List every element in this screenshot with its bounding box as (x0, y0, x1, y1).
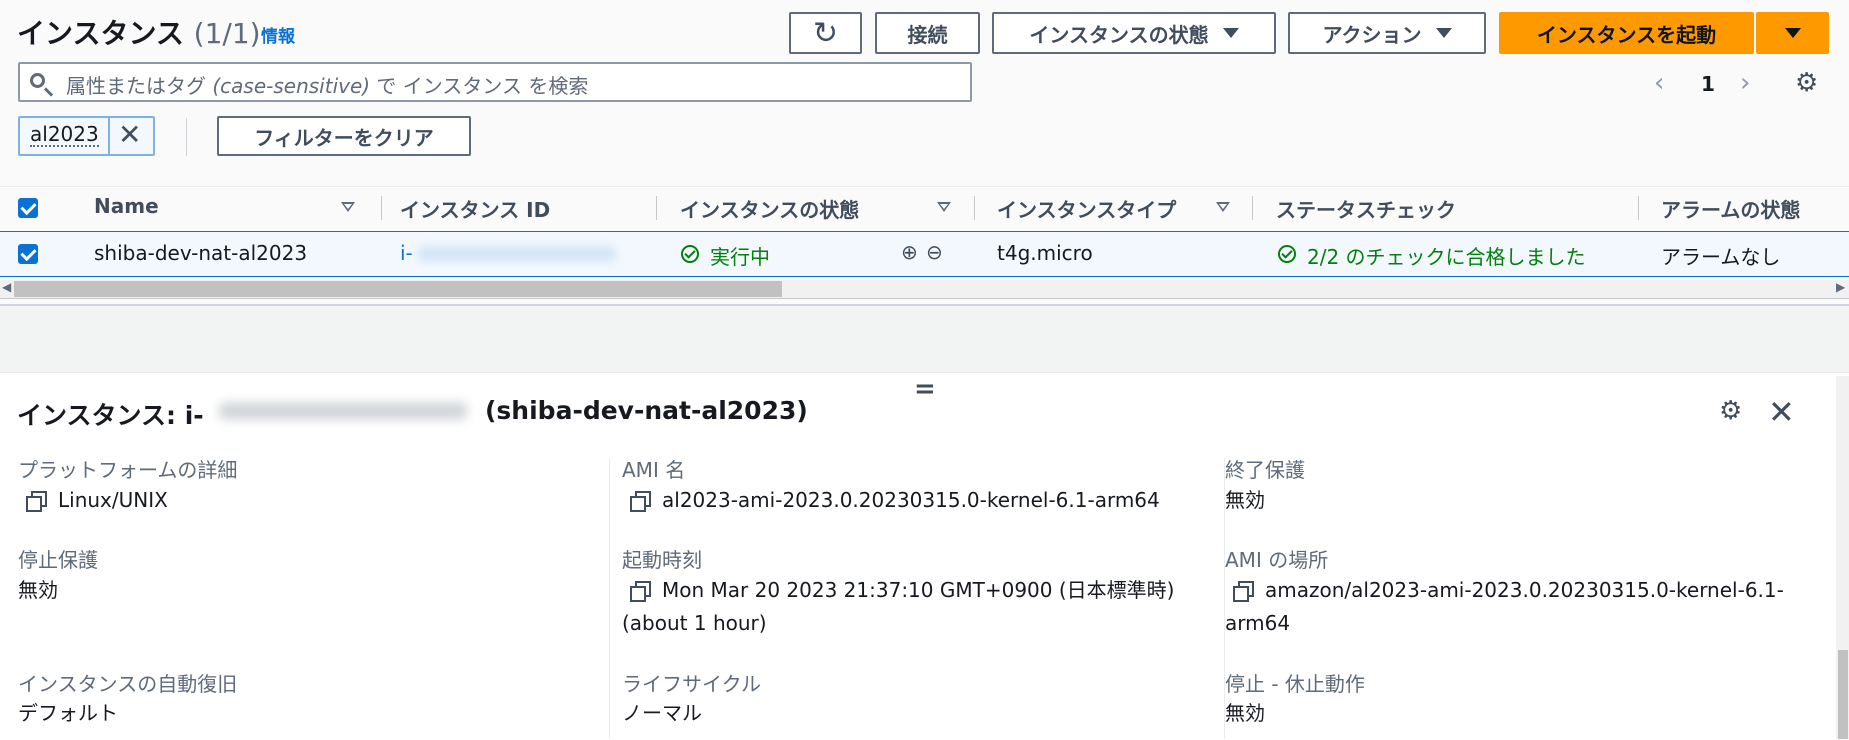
search-placeholder-prefix: 属性またはタグ (66, 74, 213, 98)
search-placeholder: 属性またはタグ (case-sensitive) で インスタンス を検索 (66, 70, 588, 99)
clear-filters-button[interactable]: フィルターをクリア (217, 116, 471, 156)
field-label-launch-time: 起動時刻 (622, 548, 702, 572)
field-value-termination-protection: 無効 (1225, 488, 1265, 512)
sort-icon[interactable] (1216, 202, 1230, 212)
vertical-scrollbar-thumb[interactable] (1838, 650, 1848, 739)
scroll-left-arrow-icon[interactable]: ◀ (2, 280, 11, 294)
caret-down-icon (1222, 28, 1239, 38)
platform-value: Linux/UNIX (58, 488, 168, 512)
field-label-ami-name: AMI 名 (622, 458, 686, 482)
field-value-platform: Linux/UNIX (26, 483, 168, 517)
detail-title: インスタンス: i- (17, 401, 204, 430)
split-panel-gap (0, 304, 1849, 374)
column-header-instance-type[interactable]: インスタンスタイプ (997, 194, 1176, 223)
field-label-stop-hibernate: 停止 - 休止動作 (1225, 672, 1365, 696)
redacted-instance-id (218, 402, 468, 420)
zoom-in-icon[interactable]: ⊕ (901, 240, 918, 264)
launch-time-relative: (about 1 hour) (622, 611, 767, 635)
field-label-stop-protection: 停止保護 (18, 548, 98, 572)
close-icon[interactable]: ✕ (1768, 393, 1795, 431)
filter-token-label[interactable]: al2023 (30, 123, 99, 147)
ami-location-value: amazon/al2023-ami-2023.0.20230315.0-kern… (1265, 578, 1784, 602)
launch-time-value: Mon Mar 20 2023 21:37:10 GMT+0900 (日本標準時… (662, 578, 1175, 602)
info-link[interactable]: 情報 (261, 22, 295, 47)
copy-icon[interactable] (630, 491, 651, 512)
row-checkbox[interactable] (18, 244, 38, 264)
field-value-lifecycle: ノーマル (622, 701, 702, 725)
filter-token-divider (108, 118, 110, 154)
copy-icon[interactable] (26, 491, 47, 512)
column-resizer[interactable] (656, 196, 657, 220)
caret-down-icon (1784, 28, 1801, 38)
search-icon (30, 73, 45, 88)
field-value-stop-hibernate: 無効 (1225, 701, 1265, 725)
launch-instances-button[interactable]: インスタンスを起動 (1499, 12, 1754, 54)
redacted-instance-id[interactable] (417, 246, 617, 262)
refresh-button[interactable]: ↻ (789, 12, 862, 54)
caret-down-icon (1435, 28, 1452, 38)
field-label-termination-protection: 終了保護 (1225, 458, 1305, 482)
page-title: インスタンス (1/1) (17, 12, 261, 52)
instance-detail-panel (0, 372, 1849, 740)
zoom-out-icon[interactable]: ⊖ (926, 240, 943, 264)
gear-icon[interactable]: ⚙ (1795, 68, 1818, 98)
cell-alarm-status: アラームなし (1661, 245, 1781, 269)
refresh-icon: ↻ (812, 15, 839, 51)
scroll-right-arrow-icon[interactable]: ▶ (1836, 280, 1845, 294)
column-divider (609, 458, 610, 739)
ami-name-value: al2023-ami-2023.0.20230315.0-kernel-6.1-… (662, 488, 1160, 512)
field-value-auto-recovery: デフォルト (18, 701, 118, 725)
column-header-instance-state[interactable]: インスタンスの状態 (680, 194, 859, 223)
cell-instance-state: 実行中 (710, 245, 770, 269)
column-header-status-check[interactable]: ステータスチェック (1276, 194, 1456, 223)
copy-icon[interactable] (630, 581, 651, 602)
page-title-text: インスタンス (17, 17, 184, 50)
search-placeholder-italic: (case-sensitive) (212, 74, 371, 98)
detail-title-name: (shiba-dev-nat-al2023) (485, 396, 808, 425)
column-resizer[interactable] (381, 196, 382, 220)
column-header-alarm-status[interactable]: アラームの状態 (1661, 194, 1800, 223)
field-value-ami-location: amazon/al2023-ami-2023.0.20230315.0-kern… (1233, 573, 1784, 607)
cell-instance-type: t4g.micro (997, 241, 1093, 265)
launch-instances-menu-button[interactable] (1756, 12, 1829, 54)
copy-icon[interactable] (1233, 581, 1254, 602)
sort-icon[interactable] (937, 202, 951, 212)
horizontal-scrollbar-thumb[interactable] (14, 281, 782, 297)
divider (186, 118, 187, 156)
resize-handle-icon[interactable]: = (914, 374, 936, 404)
cell-status-check: 2/2 のチェックに合格しました (1307, 245, 1586, 269)
table-header (0, 186, 1849, 231)
instance-state-dropdown[interactable]: インスタンスの状態 (992, 12, 1276, 54)
previous-page-icon[interactable]: ‹ (1654, 68, 1664, 98)
field-label-ami-location: AMI の場所 (1225, 548, 1329, 572)
field-value-stop-protection: 無効 (18, 578, 58, 602)
connect-button[interactable]: 接続 (875, 12, 980, 54)
field-label-lifecycle: ライフサイクル (622, 672, 761, 696)
success-icon (681, 245, 699, 263)
column-header-instance-id[interactable]: インスタンス ID (400, 194, 550, 223)
instance-state-dropdown-label: インスタンスの状態 (1029, 22, 1209, 47)
field-value-ami-name: al2023-ami-2023.0.20230315.0-kernel-6.1-… (630, 483, 1160, 517)
ami-location-value-cont: arm64 (1225, 611, 1291, 635)
gear-icon[interactable]: ⚙ (1719, 396, 1742, 426)
sort-icon[interactable] (341, 202, 355, 212)
column-resizer[interactable] (1638, 196, 1639, 220)
field-label-auto-recovery: インスタンスの自動復旧 (18, 672, 238, 696)
next-page-icon[interactable]: › (1740, 68, 1750, 98)
field-value-launch-time: Mon Mar 20 2023 21:37:10 GMT+0900 (日本標準時… (630, 573, 1174, 607)
current-page-number[interactable]: 1 (1701, 72, 1715, 96)
select-all-checkbox[interactable] (18, 198, 38, 218)
cell-name: shiba-dev-nat-al2023 (94, 241, 308, 265)
field-label-platform: プラットフォームの詳細 (18, 458, 238, 482)
success-icon (1278, 245, 1296, 263)
instance-count: (1/1) (193, 17, 261, 50)
column-header-name[interactable]: Name (94, 194, 159, 218)
column-resizer[interactable] (1252, 196, 1253, 220)
search-placeholder-suffix: で インスタンス を検索 (370, 74, 589, 98)
column-resizer[interactable] (974, 196, 975, 220)
cell-instance-id-link[interactable]: i- (400, 241, 413, 265)
actions-dropdown[interactable]: アクション (1288, 12, 1486, 54)
close-icon[interactable]: ✕ (118, 118, 141, 151)
actions-dropdown-label: アクション (1322, 22, 1422, 47)
